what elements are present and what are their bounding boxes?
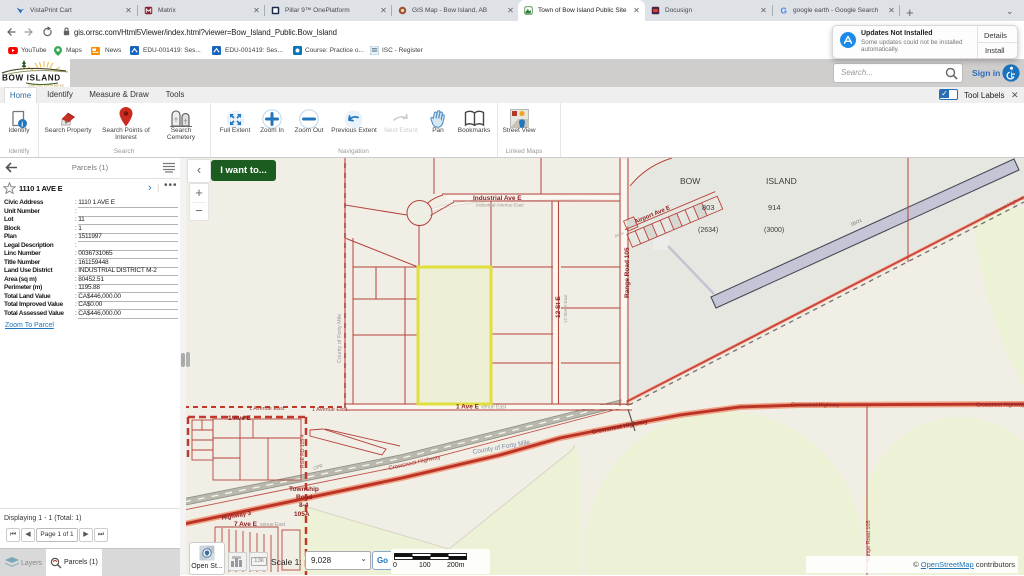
svg-text:BOW ISLAND: BOW ISLAND	[2, 74, 61, 83]
svg-text:RGE RD 105-4: RGE RD 105-4	[300, 434, 306, 468]
svg-text:County of Forty Mile: County of Forty Mile	[337, 314, 343, 363]
svg-text:1 Avenue East: 1 Avenue East	[249, 406, 285, 412]
svg-text:Crowsnest Highway: Crowsnest Highway	[791, 403, 840, 409]
svg-text:venue East: venue East	[481, 405, 507, 411]
svg-text:1 Ave E: 1 Ave E	[228, 415, 252, 422]
svg-text:Range Road 105: Range Road 105	[624, 247, 631, 298]
svg-text:4 St E: 4 St E	[186, 446, 188, 460]
svg-text:Road: Road	[296, 494, 312, 501]
svg-text:(3000): (3000)	[764, 227, 784, 234]
svg-text:12 St E: 12 St E	[555, 296, 562, 318]
svg-text:105A: 105A	[294, 511, 310, 518]
svg-text:1 Avenue East: 1 Avenue East	[312, 407, 348, 413]
svg-text:Industrial Avenue East: Industrial Avenue East	[476, 203, 524, 209]
svg-text:BOW: BOW	[680, 176, 700, 186]
svg-text:914: 914	[768, 203, 781, 212]
svg-text:venue East: venue East	[260, 522, 286, 528]
svg-text:8-4: 8-4	[299, 502, 309, 509]
svg-text:803: 803	[702, 203, 715, 212]
svg-text:1 Ave E: 1 Ave E	[456, 404, 480, 411]
svg-text:G: G	[781, 7, 787, 16]
svg-text:Township: Township	[289, 486, 319, 493]
svg-text:ISLAND: ISLAND	[766, 176, 797, 186]
svg-text:(2634): (2634)	[698, 227, 718, 234]
svg-text:Crowsnest Highway: Crowsnest Highway	[976, 403, 1024, 409]
svg-text:7 Ave E: 7 Ave E	[234, 521, 258, 528]
svg-text:Industrial Ave E: Industrial Ave E	[473, 195, 522, 202]
svg-text:12 Street East: 12 Street East	[563, 294, 568, 323]
